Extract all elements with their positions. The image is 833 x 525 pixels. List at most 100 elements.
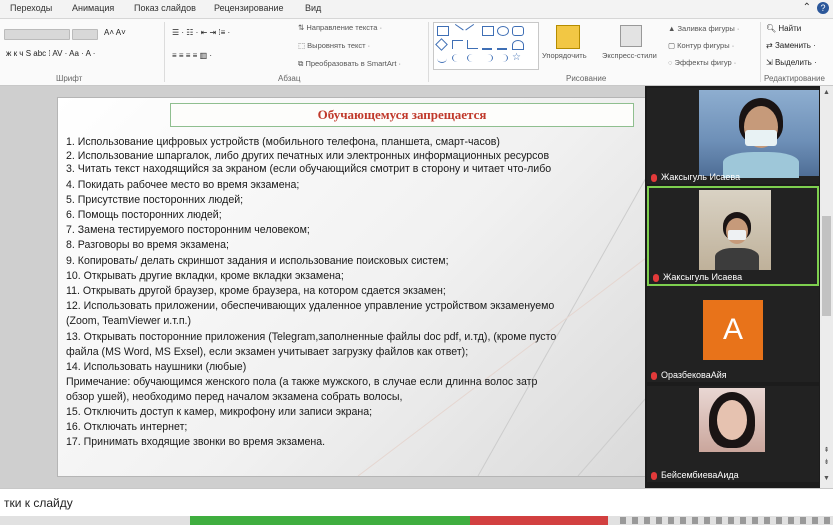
rule-item: 12. Использовать приложении, обеспечиваю… bbox=[66, 300, 555, 312]
collapse-ribbon-icon[interactable]: ⌃ bbox=[803, 2, 811, 13]
shape-rounded-rect-icon[interactable] bbox=[512, 26, 524, 36]
shape-effects-label: Эффекты фигур bbox=[674, 58, 732, 67]
shape-corner-icon[interactable] bbox=[452, 40, 463, 49]
shape-star-icon[interactable]: ☆ bbox=[512, 53, 522, 63]
text-direction-label: Направление текста bbox=[306, 23, 378, 32]
arrange-icon[interactable] bbox=[556, 25, 580, 49]
participant-tile[interactable]: Жаксыгуль Исаева bbox=[647, 88, 819, 184]
editing-group-label: Редактирование bbox=[764, 74, 825, 83]
participant-name-text: Жаксыгуль Исаева bbox=[661, 172, 741, 182]
participant-name: ОразбековаАйя bbox=[651, 370, 727, 380]
shape-arrow-icon[interactable] bbox=[482, 40, 492, 50]
participant-name: Жаксыгуль Исаева bbox=[653, 272, 742, 282]
paragraph-group-label: Абзац bbox=[278, 74, 301, 83]
scroll-up-icon[interactable]: ⇞ bbox=[822, 446, 831, 455]
face-mask bbox=[728, 230, 746, 240]
replace-label: Заменить bbox=[774, 41, 811, 50]
shape-arrow-icon[interactable] bbox=[497, 40, 507, 50]
status-indicator-red bbox=[470, 516, 608, 525]
slide-title: Обучающемуся запрещается bbox=[317, 107, 487, 122]
rule-item-continued: (Zoom, TeamViewer и.т.п.) bbox=[66, 315, 192, 327]
vertical-scrollbar[interactable]: ▲ ⇞ ⇟ ▼ bbox=[820, 86, 833, 488]
shape-line-icon[interactable] bbox=[450, 23, 464, 38]
font-group-label: Шрифт bbox=[56, 74, 83, 83]
rule-item: 7. Замена тестируемого посторонним челов… bbox=[66, 224, 310, 236]
shape-line-icon[interactable] bbox=[465, 23, 479, 38]
grow-font-icon[interactable]: A˄ A˅ bbox=[104, 28, 126, 37]
participant-tile[interactable]: A ОразбековаАйя bbox=[647, 286, 819, 382]
shape-brace-icon[interactable] bbox=[452, 54, 463, 62]
mic-muted-icon bbox=[651, 471, 657, 480]
tab-slideshow[interactable]: Показ слайдов bbox=[134, 3, 196, 13]
tab-view[interactable]: Вид bbox=[305, 3, 321, 13]
participant-video bbox=[699, 190, 771, 270]
tab-review[interactable]: Рецензирование bbox=[214, 3, 284, 13]
help-icon[interactable]: ? bbox=[817, 2, 829, 14]
replace-button[interactable]: ⇄ Заменить · bbox=[766, 41, 816, 50]
rule-item: 8. Разговоры во время экзамена; bbox=[66, 239, 229, 251]
text-direction-button[interactable]: ⇅ Направление текста · bbox=[298, 23, 382, 32]
shape-brace-icon[interactable] bbox=[482, 54, 493, 62]
shape-outline-button[interactable]: ▢ Контур фигуры · bbox=[668, 41, 734, 50]
rule-note: Примечание: обучающимся женского пола (а… bbox=[66, 376, 538, 388]
align-icons[interactable]: ≡ ≡ ≡ ≡ ▥ · bbox=[172, 51, 212, 60]
shape-corner-icon[interactable] bbox=[467, 40, 478, 49]
participant-name-text: Жаксыгуль Исаева bbox=[663, 272, 743, 282]
rule-item: 13. Открывать посторонние приложения (Te… bbox=[66, 331, 557, 343]
replace-icon: ⇄ bbox=[766, 41, 773, 50]
scroll-down-icon[interactable]: ▼ bbox=[822, 474, 831, 483]
convert-smartart-button[interactable]: ⧉ Преобразовать в SmartArt · bbox=[298, 59, 401, 69]
participant-tile[interactable]: БейсембиеваАида bbox=[647, 386, 819, 482]
title-placeholder[interactable]: Обучающемуся запрещается bbox=[170, 103, 634, 127]
align-text-label: Выровнять текст bbox=[307, 41, 366, 50]
quick-styles-icon[interactable] bbox=[620, 25, 642, 47]
find-button[interactable]: 🔍︎ Найти bbox=[766, 24, 801, 33]
align-text-button[interactable]: ⬚ Выровнять текст · bbox=[298, 41, 370, 50]
convert-smartart-label: Преобразовать в SmartArt bbox=[305, 59, 397, 68]
mic-muted-icon bbox=[651, 371, 657, 380]
shape-curve-icon[interactable] bbox=[437, 54, 447, 63]
shape-brace-icon[interactable] bbox=[467, 54, 478, 62]
scroll-up-icon[interactable]: ▲ bbox=[822, 88, 831, 97]
participant-tile-active[interactable]: Жаксыгуль Исаева bbox=[647, 186, 819, 286]
participant-name: БейсембиеваАида bbox=[651, 470, 739, 480]
notes-pane[interactable]: тки к слайду bbox=[0, 488, 833, 517]
shape-brace-icon[interactable] bbox=[497, 54, 508, 62]
face-mask bbox=[745, 130, 777, 146]
arrange-label[interactable]: Упорядочить bbox=[542, 51, 587, 60]
scroll-thumb[interactable] bbox=[822, 216, 831, 316]
shape-fill-label: Заливка фигуры bbox=[677, 24, 735, 33]
find-label: Найти bbox=[778, 24, 802, 33]
shape-arc-icon[interactable] bbox=[512, 40, 524, 50]
shape-text-box-icon[interactable] bbox=[437, 26, 449, 36]
ribbon: A˄ A˅ ж к ч S abc ⁞ AV · Aa · A · Шрифт … bbox=[0, 19, 833, 86]
shape-triangle-icon[interactable] bbox=[435, 38, 448, 51]
shape-fill-button[interactable]: ▲ Заливка фигуры · bbox=[668, 24, 739, 33]
select-label: Выделить bbox=[774, 58, 812, 67]
slide[interactable]: Обучающемуся запрещается 1. Использовани… bbox=[57, 97, 647, 477]
tab-animation[interactable]: Анимация bbox=[72, 3, 114, 13]
separator bbox=[428, 22, 429, 82]
shapes-gallery[interactable]: ☆ bbox=[433, 22, 539, 70]
font-name-dropdown[interactable] bbox=[4, 29, 70, 40]
rule-item: 14. Использовать наушники (любые) bbox=[66, 361, 247, 373]
font-style-icons[interactable]: ж к ч S abc ⁞ AV · Aa · A · bbox=[6, 49, 95, 58]
list-icons[interactable]: ☰ · ☷ · ⇤ ⇥ ⁞≡ · bbox=[172, 28, 230, 37]
font-size-dropdown[interactable] bbox=[72, 29, 98, 40]
rule-item: 17. Принимать входящие звонки во время э… bbox=[66, 436, 326, 448]
binoculars-icon: 🔍︎ bbox=[766, 24, 777, 33]
quick-styles-label[interactable]: Экспресс-стили bbox=[602, 51, 657, 60]
rule-item: 9. Копировать/ делать скриншот задания и… bbox=[66, 255, 449, 267]
shape-rect-icon[interactable] bbox=[482, 26, 494, 36]
scroll-down-icon[interactable]: ⇟ bbox=[822, 458, 831, 467]
rule-item: 5. Присутствие посторонних людей; bbox=[66, 194, 244, 206]
rule-item-continued: файла (MS Word, MS Exsel), если экзамен … bbox=[66, 346, 469, 358]
shape-oval-icon[interactable] bbox=[497, 26, 509, 36]
tab-transitions[interactable]: Переходы bbox=[10, 3, 52, 13]
shape-effects-button[interactable]: ◌ Эффекты фигур · bbox=[668, 58, 736, 67]
participant-face bbox=[717, 400, 747, 440]
rule-item: 6. Помощь посторонних людей; bbox=[66, 209, 222, 221]
mic-muted-icon bbox=[653, 273, 659, 282]
select-button[interactable]: ⇲ Выделить · bbox=[766, 58, 817, 67]
select-icon: ⇲ bbox=[766, 58, 773, 67]
